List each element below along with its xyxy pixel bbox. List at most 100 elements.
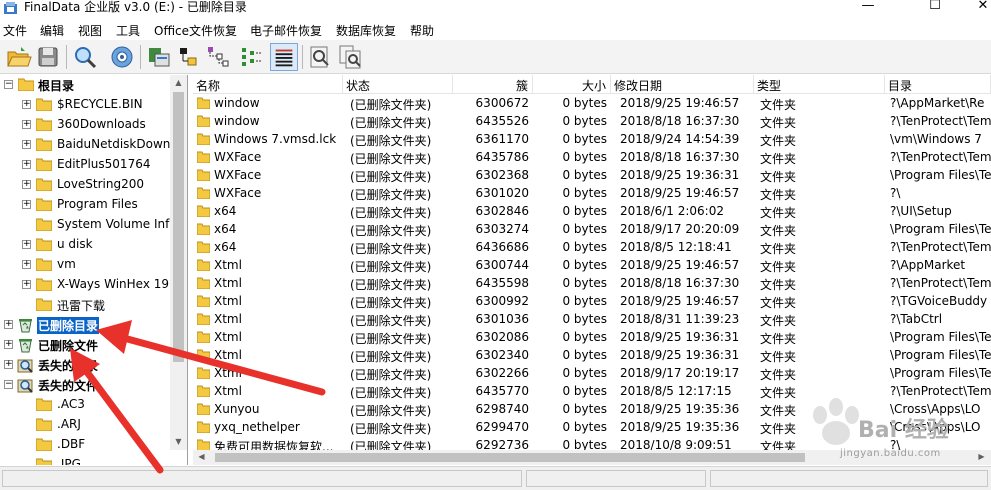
tree-item-folder[interactable]: + 360Downloads (0, 115, 170, 135)
menu-file[interactable]: 文件 (3, 22, 27, 39)
scroll-up-icon[interactable]: ▲ (170, 78, 187, 87)
table-row[interactable]: WXFace (已删除文件夹) 6301020 0 bytes 2018/9/25 19… (193, 184, 991, 202)
branch-view-icon[interactable] (204, 43, 232, 71)
close-button[interactable]: ✕ (960, 0, 991, 18)
tree-item-folder[interactable]: + EditPlus501764 (0, 155, 170, 175)
tree-item-folder[interactable]: + vm (0, 255, 170, 275)
tree-item-folder[interactable]: + Program Files (0, 195, 170, 215)
expand-icon[interactable]: + (4, 340, 13, 349)
table-row[interactable]: Xtml (已删除文件夹) 6302086 0 bytes 2018/9/25 19:3… (193, 328, 991, 346)
expand-icon[interactable]: + (4, 360, 13, 369)
column-header-type[interactable]: 类型 (754, 75, 885, 94)
table-row[interactable]: x64 (已删除文件夹) 6302846 0 bytes 2018/6/1 2:06:0… (193, 202, 991, 220)
toolbar-separator (140, 45, 141, 69)
cell-status: (已删除文件夹) (350, 170, 432, 184)
expand-icon[interactable]: + (22, 160, 31, 169)
table-row[interactable]: Xtml (已删除文件夹) 6300744 0 bytes 2018/9/25 19:4… (193, 256, 991, 274)
scroll-down-icon[interactable]: ▼ (170, 437, 187, 446)
cell-size: 0 bytes (562, 348, 607, 362)
tree-item-lost-dirs[interactable]: + 丢失的目录 (0, 355, 170, 375)
table-row[interactable]: Xtml (已删除文件夹) 6435598 0 bytes 2018/8/18 16:3… (193, 274, 991, 292)
tree-view-icon[interactable] (174, 43, 202, 71)
tree-item-deleted-dirs[interactable]: + 已删除目录 (0, 315, 170, 335)
table-row[interactable]: WXFace (已删除文件夹) 6435786 0 bytes 2018/8/18 16… (193, 148, 991, 166)
tree-item-lost-files[interactable]: − 丢失的文件 (0, 375, 170, 395)
column-header-directory[interactable]: 目录 (885, 75, 991, 94)
expand-icon[interactable]: + (22, 120, 31, 129)
find-icon[interactable] (306, 43, 334, 71)
minimize-button[interactable]: — (845, 0, 891, 18)
column-header-cluster[interactable]: 簇 (453, 75, 533, 94)
tree-item-folder[interactable]: System Volume Info (0, 215, 177, 235)
menu-tools[interactable]: 工具 (116, 22, 140, 39)
table-row[interactable]: WXFace (已删除文件夹) 6302368 0 bytes 2018/9/25 19… (193, 166, 991, 184)
expand-icon[interactable]: + (22, 240, 31, 249)
table-row[interactable]: Xtml (已删除文件夹) 6302340 0 bytes 2018/9/25 19:3… (193, 346, 991, 364)
cell-cluster: 6299470 (475, 420, 529, 434)
expand-icon[interactable]: + (4, 320, 13, 329)
cell-name: Xtml (214, 384, 242, 398)
menu-view[interactable]: 视图 (78, 22, 102, 39)
expand-icon[interactable]: + (22, 180, 31, 189)
tree-vertical-scrollbar[interactable]: ▲ ▼ (170, 75, 187, 450)
menu-help[interactable]: 帮助 (410, 22, 434, 39)
tree-item-extension[interactable]: .AC3 (0, 395, 170, 415)
tree-item-folder[interactable]: + LoveString200 (0, 175, 170, 195)
tree-item-folder[interactable]: + BaiduNetdiskDown (0, 135, 170, 155)
table-row[interactable]: window (已删除文件夹) 6435526 0 bytes 2018/8/18 16… (193, 112, 991, 130)
search-icon[interactable] (71, 43, 99, 71)
table-row[interactable]: Xtml (已删除文件夹) 6301036 0 bytes 2018/8/31 11:3… (193, 310, 991, 328)
open-folder-icon[interactable] (4, 43, 32, 71)
tree-item-folder[interactable]: + X-Ways WinHex 19. (0, 275, 173, 295)
collapse-icon[interactable]: − (4, 380, 13, 389)
scrollbar-thumb[interactable] (215, 453, 805, 462)
list-view-icon[interactable] (270, 43, 298, 71)
toolbar-separator (66, 45, 67, 69)
tree-item-folder[interactable]: 迅雷下载 (0, 295, 170, 315)
save-icon[interactable] (34, 43, 62, 71)
folder-tree-pane[interactable]: − 根目录 + $RECYCLE.BIN + 360Downloads + Ba… (0, 75, 188, 465)
expand-icon[interactable]: + (22, 260, 31, 269)
maximize-button[interactable]: ☐ (912, 0, 958, 18)
table-row[interactable]: Xtml (已删除文件夹) 6302266 0 bytes 2018/9/17 20:1… (193, 364, 991, 382)
menu-email-recovery[interactable]: 电子邮件恢复 (250, 22, 322, 39)
menu-database-recovery[interactable]: 数据库恢复 (336, 22, 396, 39)
expand-icon[interactable]: + (22, 140, 31, 149)
expand-icon[interactable]: + (22, 280, 31, 289)
table-row[interactable]: Windows 7.vmsd.lck (已删除文件夹) 6361170 0 bytes… (193, 130, 991, 148)
tree-item-extension[interactable]: .JPG (0, 455, 170, 465)
expand-icon[interactable]: + (22, 100, 31, 109)
tree-item-folder[interactable]: + u disk (0, 235, 170, 255)
column-header-status[interactable]: 状态 (343, 75, 453, 94)
column-header-date[interactable]: 修改日期 (611, 75, 754, 94)
scrollbar-thumb[interactable] (173, 92, 184, 362)
cell-size: 0 bytes (562, 420, 607, 434)
tree-item-folder[interactable]: + $RECYCLE.BIN (0, 95, 170, 115)
tree-item-deleted-files[interactable]: + 已删除文件 (0, 335, 170, 355)
magnifier-folder-icon (17, 379, 33, 393)
find-next-icon[interactable] (336, 43, 364, 71)
list-header: 名称 状态 簇 大小 修改日期 类型 目录 (193, 75, 991, 94)
menu-edit[interactable]: 编辑 (40, 22, 64, 39)
restore-icon[interactable] (145, 43, 173, 71)
table-row[interactable]: x64 (已删除文件夹) 6303274 0 bytes 2018/9/17 20:20… (193, 220, 991, 238)
gear-icon[interactable] (108, 43, 136, 71)
menu-office-recovery[interactable]: Office文件恢复 (154, 22, 237, 39)
tree-item-extension[interactable]: .DBF (0, 435, 170, 455)
column-header-size[interactable]: 大小 (533, 75, 611, 94)
expand-icon[interactable]: + (22, 200, 31, 209)
table-row[interactable]: x64 (已删除文件夹) 6436686 0 bytes 2018/8/5 12:18:… (193, 238, 991, 256)
table-row[interactable]: Xtml (已删除文件夹) 6300992 0 bytes 2018/9/25 19:4… (193, 292, 991, 310)
folder-icon (36, 258, 52, 271)
tree-item-root[interactable]: − 根目录 (0, 75, 170, 95)
collapse-icon[interactable]: − (4, 80, 13, 89)
folder-icon (36, 298, 52, 311)
column-header-name[interactable]: 名称 (193, 75, 343, 94)
detail-tree-icon[interactable] (238, 43, 266, 71)
cell-type: 文件夹 (760, 98, 797, 112)
scroll-left-icon[interactable]: ◀ (193, 452, 210, 461)
tree-item-extension[interactable]: .ARJ (0, 415, 170, 435)
table-row[interactable]: window (已删除文件夹) 6300672 0 bytes 2018/9/25 19… (193, 94, 991, 112)
folder-icon (197, 115, 210, 127)
cell-date: 2018/9/17 20:19:17 (620, 366, 740, 380)
